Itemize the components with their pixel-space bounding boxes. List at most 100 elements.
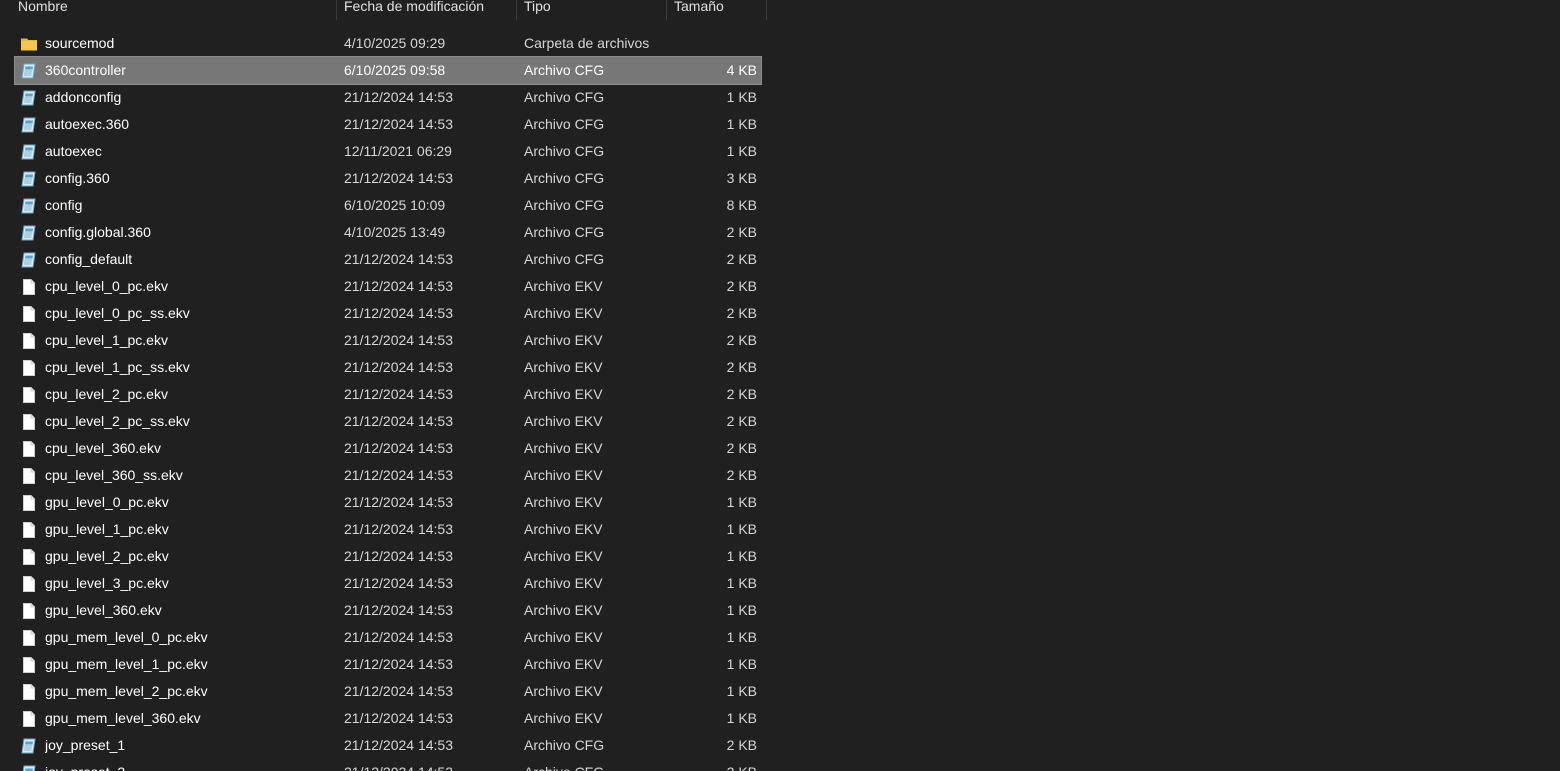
column-divider[interactable] (766, 0, 767, 20)
file-size: 2 KB (726, 467, 757, 483)
file-row[interactable]: cpu_level_1_pc.ekv 21/12/2024 14:53 Archiv… (15, 327, 761, 354)
file-type: Archivo CFG (524, 62, 605, 78)
file-row[interactable]: 360controller 6/10/2025 09:58 Archivo CFG 4… (14, 56, 762, 85)
cfg-file-icon (20, 116, 38, 134)
file-row[interactable]: config.360 21/12/2024 14:53 Archivo CFG 3 K… (15, 165, 761, 192)
file-size: 1 KB (726, 575, 757, 591)
file-name: config_default (45, 251, 133, 267)
file-row[interactable]: config_default 21/12/2024 14:53 Archivo CF… (15, 246, 761, 273)
file-type: Archivo CFG (524, 116, 605, 132)
file-date-modified: 4/10/2025 13:49 (344, 224, 446, 240)
file-type: Archivo EKV (524, 305, 603, 321)
file-type: Archivo CFG (524, 89, 605, 105)
file-name: cpu_level_1_pc_ss.ekv (45, 359, 190, 375)
file-type: Archivo EKV (524, 548, 603, 564)
file-name: gpu_level_2_pc.ekv (45, 548, 169, 564)
file-date-modified: 6/10/2025 09:58 (344, 62, 446, 78)
file-date-modified: 21/12/2024 14:53 (344, 170, 453, 186)
blank-file-icon (20, 278, 38, 296)
column-header-type[interactable]: Tipo (524, 0, 551, 20)
file-name: cpu_level_1_pc.ekv (45, 332, 168, 348)
file-row[interactable]: cpu_level_2_pc_ss.ekv 21/12/2024 14:53 Arc… (15, 408, 761, 435)
file-row[interactable]: cpu_level_0_pc.ekv 21/12/2024 14:53 Archiv… (15, 273, 761, 300)
file-row[interactable]: cpu_level_1_pc_ss.ekv 21/12/2024 14:53 Arc… (15, 354, 761, 381)
blank-file-icon (20, 656, 38, 674)
file-type: Archivo EKV (524, 683, 603, 699)
blank-file-icon (20, 548, 38, 566)
cfg-file-icon (20, 62, 38, 80)
file-row[interactable]: gpu_mem_level_1_pc.ekv 21/12/2024 14:53 Ar… (15, 651, 761, 678)
file-type: Archivo CFG (524, 197, 605, 213)
file-row[interactable]: gpu_level_1_pc.ekv 21/12/2024 14:53 Archiv… (15, 516, 761, 543)
file-name: cpu_level_0_pc.ekv (45, 278, 168, 294)
file-row[interactable]: cpu_level_360.ekv 21/12/2024 14:53 Archivo… (15, 435, 761, 462)
file-size: 2 KB (726, 359, 757, 375)
file-row[interactable]: gpu_level_2_pc.ekv 21/12/2024 14:53 Archiv… (15, 543, 761, 570)
file-type: Archivo EKV (524, 602, 603, 618)
file-date-modified: 21/12/2024 14:53 (344, 629, 453, 645)
file-date-modified: 21/12/2024 14:53 (344, 548, 453, 564)
column-divider[interactable] (336, 0, 337, 20)
blank-file-icon (20, 467, 38, 485)
file-row[interactable]: autoexec.360 21/12/2024 14:53 Archivo CFG 1… (15, 111, 761, 138)
file-row[interactable]: autoexec 12/11/2021 06:29 Archivo CFG 1 KB (15, 138, 761, 165)
file-date-modified: 21/12/2024 14:53 (344, 494, 453, 510)
file-name: autoexec (45, 143, 102, 159)
column-header-name[interactable]: Nombre (18, 0, 68, 20)
blank-file-icon (20, 629, 38, 647)
file-date-modified: 21/12/2024 14:53 (344, 332, 453, 348)
file-date-modified: 21/12/2024 14:53 (344, 359, 453, 375)
blank-file-icon (20, 332, 38, 350)
file-name: joy_preset_2 (45, 759, 335, 771)
file-row[interactable]: gpu_mem_level_0_pc.ekv 21/12/2024 14:53 Ar… (15, 624, 761, 651)
file-type: Archivo CFG (524, 224, 605, 240)
file-row[interactable]: gpu_mem_level_360.ekv 21/12/2024 14:53 Arc… (15, 705, 761, 732)
file-row[interactable]: cpu_level_360_ss.ekv 21/12/2024 14:53 Arch… (15, 462, 761, 489)
file-row[interactable]: joy_preset_2 21/12/2024 14:53 Archivo CFG2… (15, 759, 761, 771)
blank-file-icon (20, 575, 38, 593)
file-name: config.360 (45, 170, 110, 186)
column-divider[interactable] (666, 0, 667, 20)
file-row[interactable]: addonconfig 21/12/2024 14:53 Archivo CFG 1 … (15, 84, 761, 111)
file-name: cpu_level_360_ss.ekv (45, 467, 183, 483)
blank-file-icon (20, 710, 38, 728)
file-name: gpu_mem_level_2_pc.ekv (45, 683, 208, 699)
file-type: Archivo EKV (524, 656, 603, 672)
column-header-date[interactable]: Fecha de modificación (344, 0, 484, 20)
file-name: cpu_level_360.ekv (45, 440, 161, 456)
file-size: 1 KB (726, 548, 757, 564)
file-name: addonconfig (45, 89, 122, 105)
folder-icon (20, 35, 38, 53)
file-row[interactable]: joy_preset_1 21/12/2024 14:53 Archivo CFG 2… (15, 732, 761, 759)
file-size: 2 KB (726, 332, 757, 348)
file-type: Archivo CFG (524, 251, 605, 267)
cfg-file-icon (20, 224, 38, 242)
blank-file-icon (20, 683, 38, 701)
file-date-modified: 21/12/2024 14:53 (344, 602, 453, 618)
file-date-modified: 6/10/2025 10:09 (344, 197, 446, 213)
file-size: 3 KB (726, 170, 757, 186)
file-size: 1 KB (726, 143, 757, 159)
file-size: 1 KB (726, 89, 757, 105)
file-size: 2 KB (726, 413, 757, 429)
file-date-modified: 21/12/2024 14:53 (344, 759, 514, 771)
file-row[interactable]: sourcemod 4/10/2025 09:29 Carpeta de archi… (15, 30, 761, 57)
file-date-modified: 21/12/2024 14:53 (344, 251, 453, 267)
column-divider[interactable] (516, 0, 517, 20)
file-row[interactable]: config.global.360 4/10/2025 13:49 Archivo … (15, 219, 761, 246)
file-type: Archivo CFG (524, 170, 605, 186)
file-row[interactable]: gpu_level_0_pc.ekv 21/12/2024 14:53 Archiv… (15, 489, 761, 516)
file-row[interactable]: gpu_level_3_pc.ekv 21/12/2024 14:53 Archiv… (15, 570, 761, 597)
file-size: 1 KB (726, 710, 757, 726)
column-header-size[interactable]: Tamaño (674, 0, 724, 20)
file-row[interactable]: cpu_level_2_pc.ekv 21/12/2024 14:53 Archiv… (15, 381, 761, 408)
file-date-modified: 21/12/2024 14:53 (344, 278, 453, 294)
file-name: gpu_level_360.ekv (45, 602, 162, 618)
file-date-modified: 21/12/2024 14:53 (344, 116, 453, 132)
file-row[interactable]: cpu_level_0_pc_ss.ekv 21/12/2024 14:53 Arc… (15, 300, 761, 327)
file-date-modified: 21/12/2024 14:53 (344, 683, 453, 699)
file-type: Archivo CFG (524, 759, 674, 771)
file-row[interactable]: config 6/10/2025 10:09 Archivo CFG 8 KB (15, 192, 761, 219)
file-row[interactable]: gpu_level_360.ekv 21/12/2024 14:53 Archivo… (15, 597, 761, 624)
file-row[interactable]: gpu_mem_level_2_pc.ekv 21/12/2024 14:53 Ar… (15, 678, 761, 705)
